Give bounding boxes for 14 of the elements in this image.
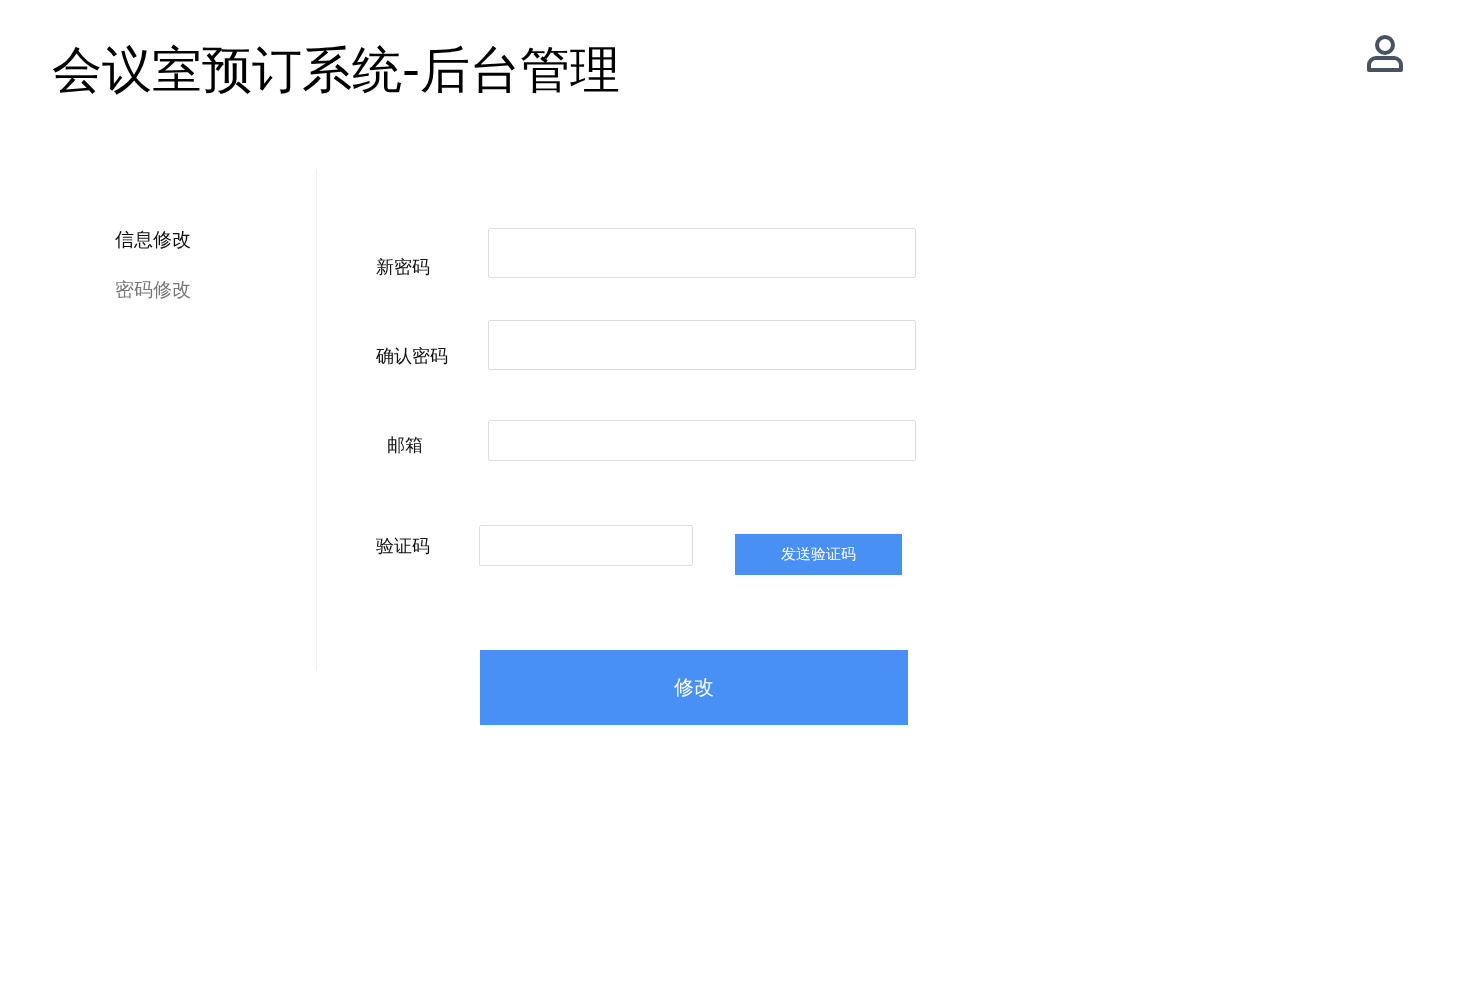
page-title: 会议室预订系统-后台管理 (52, 40, 621, 100)
sidebar-item[interactable]: 信息修改 (115, 225, 191, 253)
field-label: 确认密码 (376, 345, 449, 368)
field-label: 验证码 (376, 534, 431, 557)
input-field[interactable] (479, 525, 693, 566)
submit-button[interactable]: 修改 (480, 650, 908, 725)
sidebar-item[interactable]: 密码修改 (115, 275, 191, 303)
user-icon[interactable] (1365, 34, 1405, 74)
field-label: 邮箱 (387, 434, 424, 457)
input-field[interactable] (488, 228, 916, 278)
field-label: 新密码 (376, 256, 431, 278)
input-field[interactable] (488, 320, 916, 370)
input-field[interactable] (488, 420, 916, 461)
send-code-button[interactable]: 发送验证码 (735, 534, 902, 575)
